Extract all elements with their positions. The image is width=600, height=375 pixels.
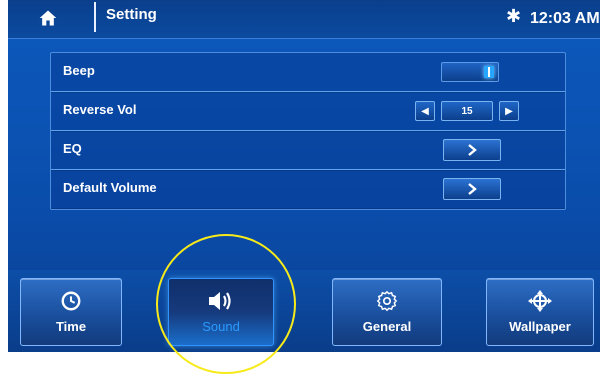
nav-label: General xyxy=(362,319,412,334)
eq-open-button[interactable] xyxy=(443,139,501,161)
reverse-vol-value: 15 xyxy=(441,101,493,121)
decrease-button[interactable]: ◀ xyxy=(415,101,435,121)
nav-label: Wallpaper xyxy=(509,319,571,334)
nav-label: Time xyxy=(55,319,87,334)
home-icon xyxy=(39,10,57,26)
setting-row-beep: Beep xyxy=(51,53,565,92)
highlight-circle xyxy=(156,234,296,374)
settings-list: Beep Reverse Vol ◀ 15 ▶ EQ Default Volum… xyxy=(50,52,566,210)
gear-icon xyxy=(333,289,441,313)
setting-label: Default Volume xyxy=(63,180,157,195)
nav-general-button[interactable]: General xyxy=(332,278,442,346)
setting-row-default-volume: Default Volume xyxy=(51,170,565,208)
setting-row-reverse-vol: Reverse Vol ◀ 15 ▶ xyxy=(51,92,565,131)
nav-wallpaper-button[interactable]: Wallpaper xyxy=(486,278,594,346)
clock-text: 12:03 AM xyxy=(530,10,600,27)
home-button[interactable] xyxy=(16,2,80,34)
bluetooth-icon: ✱ xyxy=(506,6,522,26)
left-arrow-icon: ◀ xyxy=(421,105,429,117)
right-arrow-icon: ▶ xyxy=(505,105,513,117)
chevron-right-icon xyxy=(468,183,477,195)
nav-time-button[interactable]: Time xyxy=(20,278,122,346)
page-title: Setting xyxy=(106,6,157,23)
setting-label: EQ xyxy=(63,141,82,156)
increase-button[interactable]: ▶ xyxy=(499,101,519,121)
title-divider xyxy=(94,2,96,32)
chevron-right-icon xyxy=(468,144,477,156)
setting-label: Beep xyxy=(63,63,95,78)
clock-icon xyxy=(21,289,121,313)
wallpaper-icon xyxy=(487,289,593,313)
default-volume-open-button[interactable] xyxy=(443,178,501,200)
setting-label: Reverse Vol xyxy=(63,102,137,117)
beep-toggle[interactable] xyxy=(441,62,499,82)
bottom-nav-bar: Time Sound General Wallpaper xyxy=(8,270,600,352)
car-settings-screen: Setting ✱ 12:03 AM Beep Reverse Vol ◀ 15… xyxy=(8,0,600,352)
setting-row-eq: EQ xyxy=(51,131,565,170)
toggle-knob xyxy=(484,66,494,78)
top-bar: Setting ✱ 12:03 AM xyxy=(8,0,600,39)
